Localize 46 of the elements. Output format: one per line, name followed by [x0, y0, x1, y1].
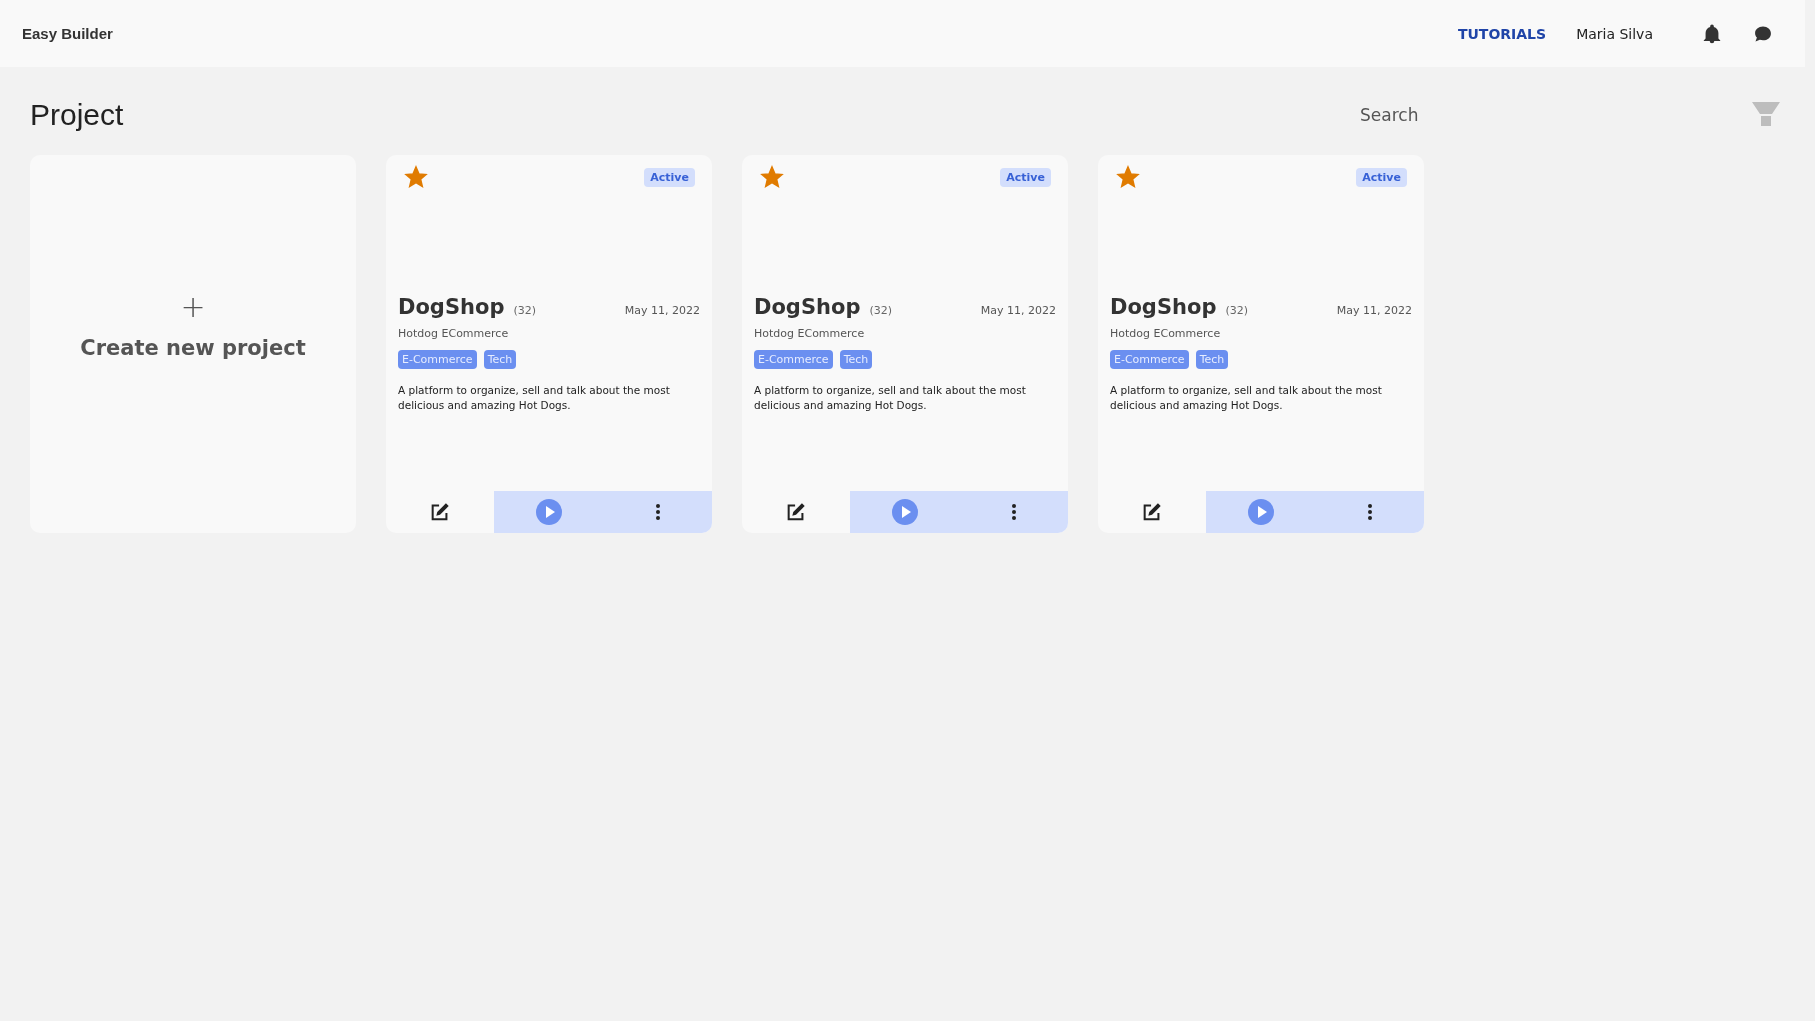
tag-chip[interactable]: Tech	[1195, 350, 1229, 369]
user-name[interactable]: Maria Silva	[1576, 25, 1653, 42]
project-date: May 11, 2022	[1336, 304, 1412, 317]
tag-chip[interactable]: Tech	[483, 350, 517, 369]
plus-icon: +	[180, 288, 206, 324]
filter-icon[interactable]	[1752, 102, 1780, 128]
project-subtitle: Hotdog ECommerce	[398, 327, 510, 340]
tag-chip[interactable]: Tech	[839, 350, 873, 369]
status-badge: Active	[1000, 168, 1051, 187]
tag-chip[interactable]: E-Commerce	[1110, 350, 1189, 369]
brand-name: Easy Builder	[22, 25, 113, 42]
play-icon	[890, 498, 919, 526]
play-icon	[534, 498, 563, 526]
edit-icon	[785, 501, 807, 523]
page-title: Project	[30, 98, 125, 132]
project-count: (32)	[1225, 304, 1250, 317]
status-badge: Active	[644, 168, 695, 187]
play-icon	[1246, 498, 1275, 526]
edit-icon	[429, 501, 451, 523]
tag-chip[interactable]: E-Commerce	[398, 350, 477, 369]
status-badge: Active	[1356, 168, 1407, 187]
project-description: A platform to organize, sell and talk about the most delicious and amazing Hot Dogs.	[398, 383, 671, 413]
create-project-card[interactable]: + Create new project	[30, 155, 356, 533]
more-vertical-icon	[654, 502, 661, 522]
project-description: A platform to organize, sell and talk about the most delicious and amazing Hot Dogs.	[1110, 383, 1383, 413]
tutorials-link[interactable]: TUTORIALS	[1457, 25, 1547, 42]
project-count: (32)	[513, 304, 538, 317]
project-name: DogShop	[754, 295, 861, 319]
project-name: DogShop	[398, 295, 505, 319]
star-icon[interactable]	[404, 165, 428, 189]
more-vertical-icon	[1366, 502, 1373, 522]
project-subtitle: Hotdog ECommerce	[1110, 327, 1222, 340]
project-date: May 11, 2022	[980, 304, 1056, 317]
bell-icon[interactable]	[1701, 22, 1723, 45]
project-name: DogShop	[1110, 295, 1217, 319]
project-count: (32)	[869, 304, 894, 317]
star-icon[interactable]	[1116, 165, 1140, 189]
project-subtitle: Hotdog ECommerce	[754, 327, 866, 340]
search-field[interactable]: Search	[1358, 104, 1752, 126]
edit-icon	[1141, 501, 1163, 523]
project-description: A platform to organize, sell and talk about the most delicious and amazing Hot Dogs.	[754, 383, 1027, 413]
create-project-label: Create new project	[80, 335, 306, 360]
star-icon[interactable]	[760, 165, 784, 189]
project-date: May 11, 2022	[624, 304, 700, 317]
more-vertical-icon	[1010, 502, 1017, 522]
tag-chip[interactable]: E-Commerce	[754, 350, 833, 369]
